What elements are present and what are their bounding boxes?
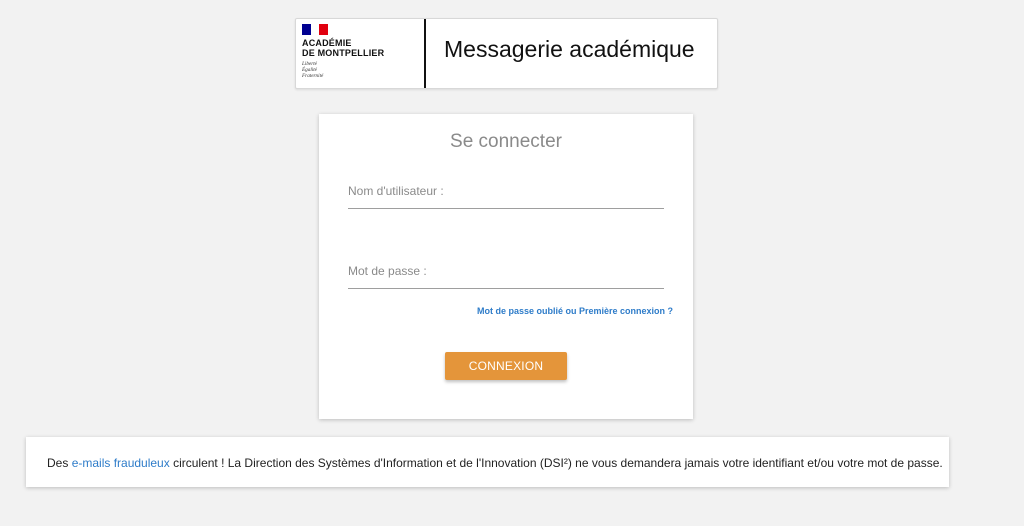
fraud-notice: Des e-mails frauduleux circulent ! La Di… (26, 437, 949, 487)
french-flag-icon (302, 24, 328, 35)
login-title: Se connecter (450, 131, 562, 152)
fraud-emails-link[interactable]: e-mails frauduleux (72, 456, 170, 470)
login-card: Se connecter Nom d'utilisateur : Mot de … (319, 114, 693, 419)
fraud-notice-text: Des e-mails frauduleux circulent ! La Di… (47, 456, 943, 470)
forgot-password-link[interactable]: Mot de passe oublié ou Première connexio… (477, 306, 673, 316)
login-button[interactable]: CONNEXION (445, 352, 567, 380)
header-divider (424, 19, 426, 88)
notice-suffix: circulent ! La Direction des Systèmes d'… (169, 456, 943, 470)
header-banner: ACADÉMIE DE MONTPELLIER Liberté Égalité … (295, 18, 718, 89)
page-title: Messagerie académique (444, 36, 695, 62)
academy-name: ACADÉMIE DE MONTPELLIER (302, 38, 385, 58)
notice-prefix: Des (47, 456, 72, 470)
academy-logo: ACADÉMIE DE MONTPELLIER Liberté Égalité … (302, 24, 422, 86)
republic-motto: Liberté Égalité Fraternité (302, 61, 324, 79)
username-input[interactable] (348, 186, 664, 209)
password-input[interactable] (348, 266, 664, 289)
